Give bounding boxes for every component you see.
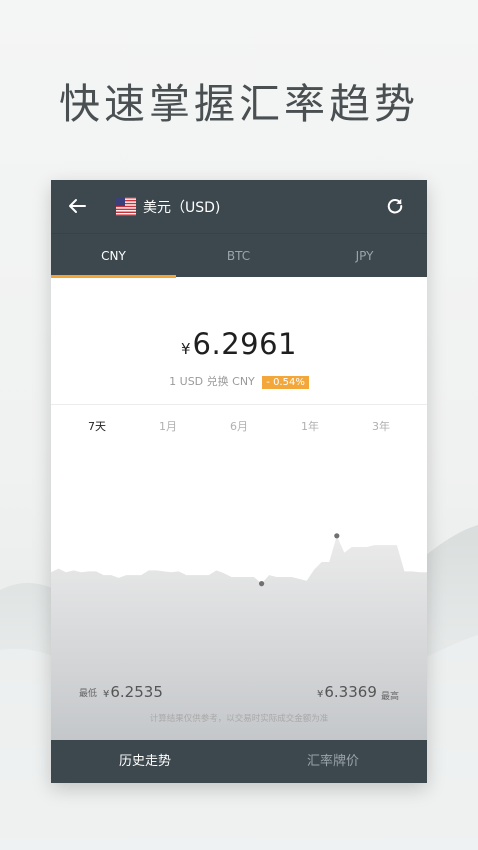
tab-indicator [51, 275, 176, 278]
period-3y[interactable]: 3年 [356, 418, 406, 434]
divider [51, 404, 427, 405]
rate-subtitle: 1 USD 兑换 CNY [169, 375, 255, 388]
period-1y[interactable]: 1年 [285, 418, 335, 434]
period-1m[interactable]: 1月 [143, 418, 193, 434]
min-value: 6.2535 [110, 683, 163, 701]
disclaimer: 计算结果仅供参考，以交易时实际成交金额为准 [149, 714, 329, 724]
us-flag-icon [116, 197, 136, 216]
min-label: 最低 [79, 689, 98, 699]
period-6m[interactable]: 6月 [214, 418, 264, 434]
currency-title[interactable]: 美元（USD) [143, 197, 220, 217]
tab-jpy[interactable]: JPY [302, 234, 427, 278]
rate-value: 6.2961 [192, 327, 298, 361]
tab-label: JPY [355, 249, 374, 263]
headline: 快速掌握汇率趋势 [59, 80, 419, 128]
min-marker [259, 581, 265, 587]
back-arrow-icon[interactable] [65, 194, 89, 218]
min-value-row: ¥6.2535 [103, 683, 163, 701]
period-7d[interactable]: 7天 [72, 418, 122, 434]
nav-history[interactable]: 历史走势 [51, 740, 239, 783]
currency-symbol: ¥ [180, 340, 191, 358]
refresh-icon[interactable] [385, 196, 405, 216]
tab-label: CNY [101, 249, 126, 263]
currency-symbol: ¥ [317, 689, 324, 700]
exchange-rate: ¥6.2961 [51, 327, 427, 361]
currency-symbol: ¥ [103, 689, 110, 700]
max-label: 最高 [381, 692, 400, 702]
max-value: 6.3369 [324, 683, 377, 701]
change-badge: - 0.54% [262, 376, 309, 389]
tab-label: BTC [226, 249, 251, 263]
tab-cny[interactable]: CNY [51, 234, 176, 278]
max-marker [334, 533, 340, 539]
rate-subtitle-row: 1 USD 兑换 CNY - 0.54% [51, 373, 427, 389]
top-bar: 美元（USD) [51, 180, 427, 233]
tab-btc[interactable]: BTC [176, 234, 301, 278]
bottom-nav: 历史走势 汇率牌价 [51, 740, 427, 783]
app-screen: 美元（USD) CNY BTC JPY ¥6.2961 1 USD 兑换 CNY… [51, 180, 427, 783]
max-value-row: ¥6.3369 [317, 683, 377, 701]
nav-rates[interactable]: 汇率牌价 [239, 740, 427, 783]
currency-tabs: CNY BTC JPY [51, 233, 427, 278]
